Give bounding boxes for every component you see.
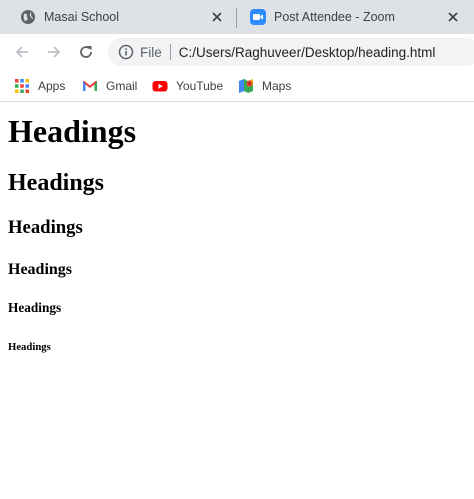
bookmark-gmail[interactable]: Gmail — [82, 76, 137, 96]
forward-button[interactable] — [40, 38, 68, 66]
heading-h3: Headings — [8, 217, 83, 238]
reload-button[interactable] — [72, 38, 100, 66]
bookmark-label: YouTube — [176, 79, 224, 93]
close-icon[interactable] — [444, 8, 462, 26]
tab-title: Masai School — [44, 10, 120, 24]
globe-icon — [21, 10, 35, 24]
heading-h6: Headings — [8, 341, 51, 353]
back-arrow-icon — [15, 46, 28, 58]
heading-h2: Headings — [8, 170, 105, 196]
back-button[interactable] — [8, 38, 36, 66]
tab-title: Post Attendee - Zoom — [274, 10, 395, 24]
info-icon[interactable] — [118, 44, 134, 60]
browser-toolbar: File C:/Users/Raghuveer/Desktop/heading.… — [0, 34, 474, 70]
heading-h5: Headings — [8, 300, 62, 315]
bookmark-maps[interactable]: Maps — [238, 76, 291, 96]
bookmark-label: Gmail — [106, 79, 138, 93]
tab-masai-school[interactable]: Masai School — [8, 0, 234, 34]
address-bar[interactable]: File C:/Users/Raghuveer/Desktop/heading.… — [108, 38, 474, 66]
page-content: Headings Headings Headings Headings Head… — [0, 103, 474, 499]
youtube-icon — [152, 81, 168, 92]
tab-zoom[interactable]: Post Attendee - Zoom — [238, 0, 474, 34]
url-text[interactable]: C:/Users/Raghuveer/Desktop/heading.html — [179, 45, 436, 60]
maps-icon — [239, 79, 253, 93]
security-chip-label: File — [140, 44, 162, 60]
chip-divider — [169, 44, 171, 60]
bookmark-label: Maps — [262, 79, 292, 93]
bookmark-youtube[interactable]: YouTube — [152, 76, 223, 96]
close-icon[interactable] — [208, 8, 226, 26]
heading-h1: Headings — [8, 113, 137, 149]
forward-arrow-icon — [48, 46, 61, 58]
zoom-icon — [250, 9, 266, 25]
bookmark-apps[interactable]: Apps — [14, 76, 65, 96]
heading-h4: Headings — [8, 261, 73, 278]
bookmark-label: Apps — [38, 79, 66, 93]
tab-strip: Masai School Post Attendee - Zoom — [0, 0, 474, 34]
gmail-icon — [83, 81, 97, 91]
bookmarks-bar: Apps Gmail YouTube Maps — [0, 70, 474, 102]
tab-separator — [236, 8, 237, 28]
apps-grid-icon — [15, 79, 29, 93]
reload-icon — [80, 46, 92, 58]
